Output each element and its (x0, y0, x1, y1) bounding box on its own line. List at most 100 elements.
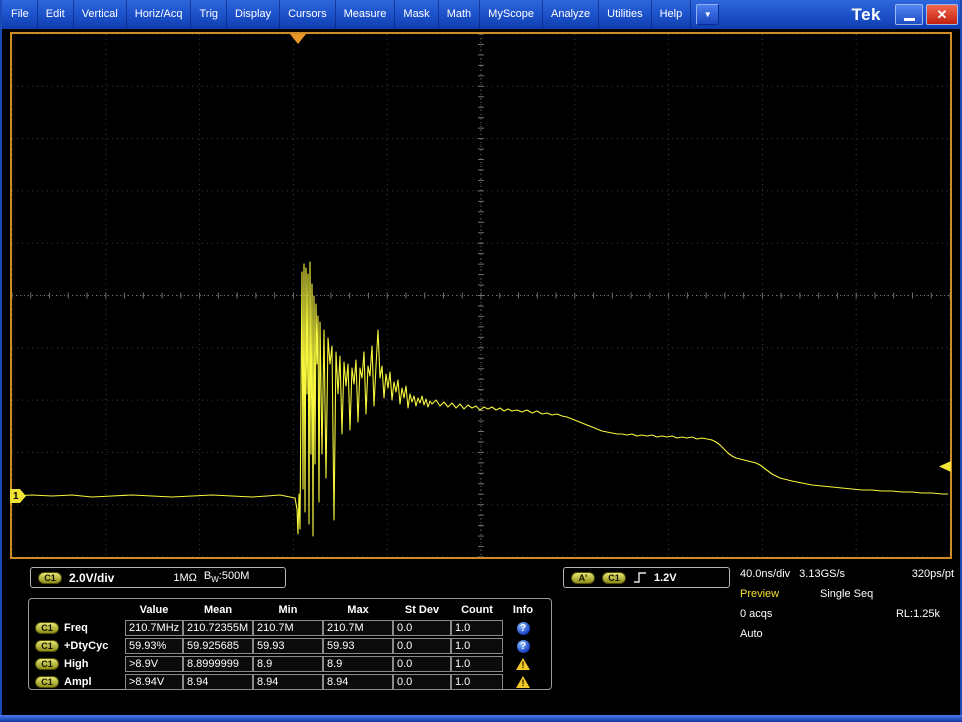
close-icon: ✕ (937, 7, 948, 23)
measurement-min: 8.9 (253, 656, 323, 672)
menu-item-file[interactable]: File (3, 0, 38, 29)
measurement-max: 8.9 (323, 656, 393, 672)
measurement-stdev: 0.0 (393, 656, 451, 672)
menu-item-help[interactable]: Help (652, 0, 692, 29)
menu-item-vertical[interactable]: Vertical (74, 0, 127, 29)
channel-readout[interactable]: C1 2.0V/div 1MΩ BW:500M (30, 567, 286, 588)
measurement-stdev: 0.0 (393, 674, 451, 690)
measurement-rows: C1Freq210.7MHz210.72355M210.7M210.7M0.01… (33, 619, 547, 691)
measurement-count: 1.0 (451, 638, 503, 654)
trigger-readout[interactable]: A' C1 1.2V (563, 567, 730, 588)
warning-icon[interactable]: ! (516, 676, 530, 688)
acq-count: 0 acqs (740, 608, 772, 620)
measurement-min: 8.94 (253, 674, 323, 690)
column-header-min: Min (253, 604, 323, 616)
measurement-value: >8.9V (125, 656, 183, 672)
oscilloscope-window: FileEditVerticalHoriz/AcqTrigDisplayCurs… (0, 0, 962, 722)
info-cell: ! (503, 676, 543, 688)
measurement-mean: 8.8999999 (183, 656, 253, 672)
menu-item-display[interactable]: Display (227, 0, 280, 29)
preview-status: Preview (740, 588, 820, 600)
horizontal-readout: 40.0ns/div 3.13GS/s 320ps/pt Preview Sin… (740, 564, 954, 644)
measurement-name-cell: C1 Freq (33, 622, 125, 634)
info-cell: ? (503, 640, 543, 653)
measurement-value: 210.7MHz (125, 620, 183, 636)
measurement-name-cell: C1 Ampl (33, 676, 125, 688)
channel-badge: C1 (35, 676, 59, 688)
measurement-name-cell: C1 +DtyCyc (33, 640, 125, 652)
measurement-max: 210.7M (323, 620, 393, 636)
warning-icon[interactable]: ! (516, 658, 530, 670)
measurement-value: >8.94V (125, 674, 183, 690)
menu-item-trig[interactable]: Trig (191, 0, 227, 29)
rising-slope-icon (633, 571, 647, 584)
column-header-max: Max (323, 604, 393, 616)
question-icon[interactable]: ? (517, 622, 530, 635)
channel-badge: C1 (38, 572, 62, 584)
channel-badge: C1 (35, 640, 59, 652)
chevron-down-icon: ▼ (704, 10, 712, 19)
measurement-count: 1.0 (451, 656, 503, 672)
close-button[interactable]: ✕ (926, 4, 958, 25)
measurement-stdev: 0.0 (393, 620, 451, 636)
measurement-max: 8.94 (323, 674, 393, 690)
menu-item-edit[interactable]: Edit (38, 0, 74, 29)
measurement-mean: 210.72355M (183, 620, 253, 636)
column-header-stdev: St Dev (393, 604, 451, 616)
channel-bandwidth: BW:500M (204, 570, 249, 584)
minimize-icon (904, 18, 915, 21)
measurement-min: 210.7M (253, 620, 323, 636)
menu-item-mask[interactable]: Mask (395, 0, 438, 29)
measurement-count: 1.0 (451, 620, 503, 636)
measurement-name: High (64, 658, 88, 670)
measurement-row-freq: C1Freq210.7MHz210.72355M210.7M210.7M0.01… (33, 619, 547, 637)
channel-badge: C1 (35, 658, 59, 670)
menu-item-analyze[interactable]: Analyze (543, 0, 599, 29)
measurement-table: ValueMeanMinMaxSt DevCountInfo C1 Freq 210… (28, 598, 552, 690)
measurement-name: +DtyCyc (64, 640, 108, 652)
measurement-header-row: ValueMeanMinMaxSt DevCountInfo (33, 600, 547, 619)
sample-rate: 3.13GS/s (799, 568, 845, 580)
menu-bar: FileEditVerticalHoriz/AcqTrigDisplayCurs… (0, 0, 962, 29)
channel-impedance: 1MΩ (173, 572, 197, 584)
trigger-source-badge: C1 (602, 572, 626, 584)
acq-mode: Single Seq (820, 588, 873, 600)
channel-badge: C1 (35, 622, 59, 634)
menu-item-measure[interactable]: Measure (336, 0, 396, 29)
measurement-name: Freq (64, 622, 88, 634)
graticule (12, 34, 950, 557)
waveform-display: 1 (10, 32, 952, 559)
window-bottom-frame (0, 715, 962, 722)
column-header-mean: Mean (183, 604, 253, 616)
measurement-max: 59.93 (323, 638, 393, 654)
measurement-name-cell: C1 High (33, 658, 125, 670)
menu-item-myscope[interactable]: MyScope (480, 0, 543, 29)
menu-items: FileEditVerticalHoriz/AcqTrigDisplayCurs… (3, 0, 691, 29)
measurement-mean: 8.94 (183, 674, 253, 690)
menu-item-math[interactable]: Math (439, 0, 480, 29)
column-header-count: Count (451, 604, 503, 616)
measurement-count: 1.0 (451, 674, 503, 690)
info-cell: ! (503, 658, 543, 670)
channel-scale: 2.0V/div (69, 571, 114, 585)
timebase: 40.0ns/div (740, 568, 790, 580)
measurement-value: 59.93% (125, 638, 183, 654)
minimize-button[interactable] (895, 4, 923, 25)
menu-item-cursors[interactable]: Cursors (280, 0, 336, 29)
measurement-stdev: 0.0 (393, 638, 451, 654)
measurement-name: Ampl (64, 676, 92, 688)
question-icon[interactable]: ? (517, 640, 530, 653)
menu-item-utilities[interactable]: Utilities (599, 0, 651, 29)
trigger-bus-badge: A' (571, 572, 595, 584)
menu-item-horizacq[interactable]: Horiz/Acq (127, 0, 192, 29)
measurement-mean: 59.925685 (183, 638, 253, 654)
resolution: 320ps/pt (912, 568, 954, 580)
measurement-row-high: C1High>8.9V8.89999998.98.90.01.0! (33, 655, 547, 673)
column-header-info: Info (503, 604, 543, 616)
menu-dropdown-button[interactable]: ▼ (696, 4, 719, 25)
trigger-position-marker[interactable] (290, 34, 306, 44)
measurement-row-ampl: C1Ampl>8.94V8.948.948.940.01.0! (33, 673, 547, 691)
record-length: RL:1.25k (896, 608, 940, 620)
measurement-row-dtycyc: C1+DtyCyc59.93%59.92568559.9359.930.01.0… (33, 637, 547, 655)
trigger-level: 1.2V (654, 572, 677, 584)
